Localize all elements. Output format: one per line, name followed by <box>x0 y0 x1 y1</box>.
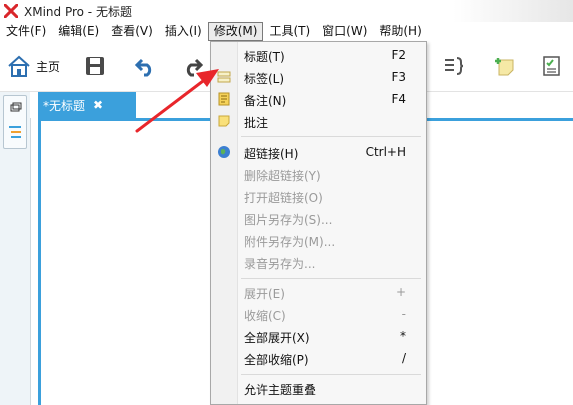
menu-item-delete-hyperlink-label: 删除超链接(Y) <box>244 169 321 183</box>
menu-item-collapse-label: 收缩(C) <box>244 309 286 323</box>
menu-separator <box>241 374 421 375</box>
menu-item-collapse-all[interactable]: 全部收缩(P) / <box>211 347 426 369</box>
menu-item-expand-label: 展开(E) <box>244 287 285 301</box>
menu-item-save-recording-label: 录音另存为... <box>244 257 316 271</box>
menu-item-save-image-label: 图片另存为(S)... <box>244 213 333 227</box>
menu-view[interactable]: 查看(V) <box>105 22 159 41</box>
menu-item-delete-hyperlink[interactable]: 删除超链接(Y) <box>211 163 426 185</box>
comment-icon <box>218 115 230 127</box>
menu-item-notes-label: 备注(N) <box>244 94 287 108</box>
menu-item-save-image[interactable]: 图片另存为(S)... <box>211 207 426 229</box>
menu-separator <box>241 136 421 137</box>
tab-untitled[interactable]: *无标题 ✖ <box>38 92 136 118</box>
menu-tools[interactable]: 工具(T) <box>263 22 316 41</box>
left-side-panel <box>0 92 31 405</box>
menu-item-expand-all-label: 全部展开(X) <box>244 331 310 345</box>
menu-item-hyperlink-label: 超链接(H) <box>244 147 299 161</box>
menu-separator <box>241 278 421 279</box>
title-bar: XMind Pro - 无标题 <box>0 0 573 22</box>
menu-item-open-hyperlink[interactable]: 打开超链接(O) <box>211 185 426 207</box>
hyperlink-globe-icon <box>218 146 230 158</box>
restore-view-icon[interactable] <box>4 98 26 120</box>
menu-file[interactable]: 文件(F) <box>0 22 52 41</box>
menu-window[interactable]: 窗口(W) <box>316 22 373 41</box>
outline-tree-icon[interactable] <box>4 122 26 144</box>
undo-button[interactable] <box>134 53 156 79</box>
outline-panel-box <box>3 95 27 149</box>
menu-item-label[interactable]: 标签(L) F3 <box>211 66 426 88</box>
menu-item-expand-all[interactable]: 全部展开(X) * <box>211 325 426 347</box>
redo-button[interactable] <box>182 53 204 79</box>
save-icon <box>86 57 104 75</box>
menu-item-topic-shortcut: F2 <box>391 48 406 62</box>
menu-item-expand[interactable]: 展开(E) + <box>211 281 426 303</box>
menu-modify[interactable]: 修改(M) <box>207 22 264 41</box>
menu-item-collapse-shortcut: - <box>401 307 406 321</box>
menu-item-collapse-all-label: 全部收缩(P) <box>244 353 309 367</box>
menu-item-topic-label: 标题(T) <box>244 50 285 64</box>
task-checklist-icon <box>543 56 560 76</box>
boundary-button[interactable] <box>442 53 466 79</box>
menu-item-allow-overlap[interactable]: 允许主题重叠 <box>211 377 426 399</box>
home-label: 主页 <box>36 59 61 74</box>
menu-item-save-attachment[interactable]: 附件另存为(M)... <box>211 229 426 251</box>
modify-menu-dropdown: 标题(T) F2 标签(L) F3 备注(N) F4 批注 超链接(H) Ctr… <box>210 41 427 405</box>
menu-item-hyperlink[interactable]: 超链接(H) Ctrl+H <box>211 141 426 163</box>
task-button[interactable] <box>540 53 564 79</box>
menu-item-topic[interactable]: 标题(T) F2 <box>211 44 426 66</box>
menu-item-save-attachment-label: 附件另存为(M)... <box>244 235 336 249</box>
menu-bar: 文件(F) 编辑(E) 查看(V) 插入(I) 修改(M) 工具(T) 窗口(W… <box>0 22 573 41</box>
menu-item-allow-overlap-label: 允许主题重叠 <box>244 383 317 397</box>
menu-item-expand-shortcut: + <box>395 285 406 299</box>
save-button[interactable] <box>84 53 106 79</box>
window-title: XMind Pro - 无标题 <box>24 4 132 19</box>
undo-icon <box>134 58 152 77</box>
label-icon <box>217 71 231 83</box>
tab-untitled-label: *无标题 <box>43 98 86 113</box>
menu-edit[interactable]: 编辑(E) <box>52 22 105 41</box>
xmind-logo-icon <box>4 4 18 18</box>
menu-item-expand-all-shortcut: * <box>400 329 406 343</box>
menu-item-collapse[interactable]: 收缩(C) - <box>211 303 426 325</box>
notes-icon <box>218 92 230 106</box>
menu-item-label-label: 标签(L) <box>244 72 285 86</box>
menu-item-open-hyperlink-label: 打开超链接(O) <box>244 191 323 205</box>
menu-item-hyperlink-shortcut: Ctrl+H <box>365 145 406 159</box>
menu-item-comment-label: 批注 <box>244 116 269 130</box>
add-note-button[interactable] <box>492 53 516 79</box>
redo-icon <box>186 58 204 77</box>
menu-item-label-shortcut: F3 <box>391 70 406 84</box>
home-icon <box>8 55 30 77</box>
menu-item-notes-shortcut: F4 <box>391 92 406 106</box>
menu-item-comment[interactable]: 批注 <box>211 110 426 132</box>
menu-item-notes[interactable]: 备注(N) F4 <box>211 88 426 110</box>
menu-item-save-recording[interactable]: 录音另存为... <box>211 251 426 273</box>
title-bar-blur <box>453 0 573 22</box>
menu-item-collapse-all-shortcut: / <box>401 351 406 365</box>
menu-insert[interactable]: 插入(I) <box>159 22 208 41</box>
boundary-brace-icon <box>445 57 464 75</box>
add-note-icon <box>495 58 514 76</box>
menu-help[interactable]: 帮助(H) <box>373 22 427 41</box>
close-icon[interactable]: ✖ <box>93 98 103 112</box>
home-button[interactable]: 主页 <box>6 53 60 79</box>
